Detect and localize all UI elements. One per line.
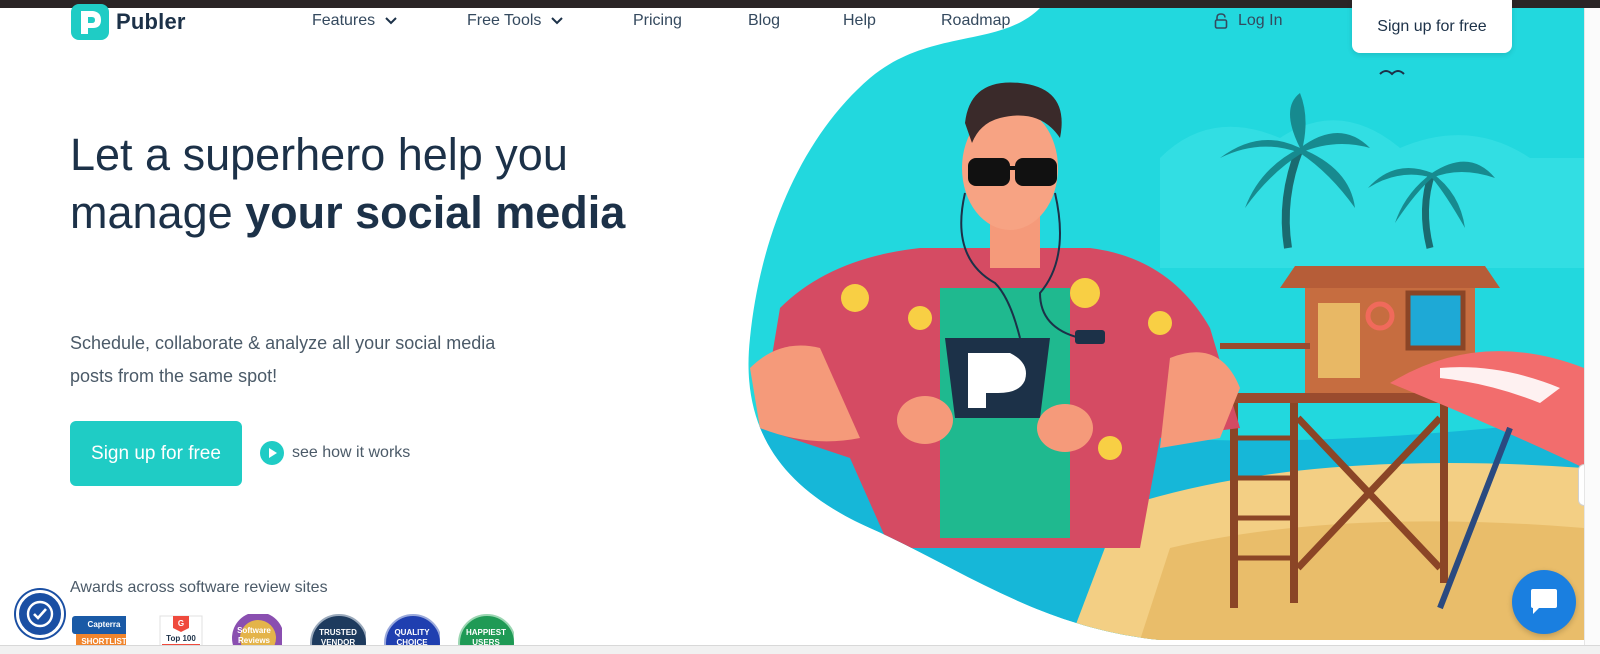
nav-item-label: Help [843, 12, 876, 29]
nav-item-blog[interactable]: Blog [748, 12, 780, 30]
vertical-scrollbar[interactable] [1584, 8, 1600, 645]
badge-title: Software [237, 626, 271, 635]
badge-title: HAPPIEST [465, 628, 506, 637]
nav-item-free-tools[interactable]: Free Tools [467, 12, 564, 30]
hero-headline: Let a superhero help you manage your soc… [70, 126, 630, 242]
badge-title: Capterra [87, 620, 121, 629]
awards-label: Awards across software review sites [70, 579, 328, 596]
see-how-it-works-link[interactable]: see how it works [260, 441, 410, 465]
publer-logo[interactable]: Publer [70, 3, 186, 41]
play-icon [260, 441, 284, 465]
see-how-it-works-label: see how it works [292, 444, 411, 461]
chevron-down-icon [551, 17, 564, 25]
nav-item-help[interactable]: Help [843, 12, 876, 30]
lock-icon [1214, 13, 1228, 29]
nav-item-label: Features [312, 12, 376, 29]
nav-item-label: Roadmap [941, 12, 1011, 29]
hero-subtext: Schedule, collaborate & analyze all your… [70, 333, 496, 386]
nav-item-label: Blog [748, 12, 781, 29]
chevron-down-icon [385, 17, 397, 25]
nav-item-label: Pricing [633, 12, 682, 29]
nav-item-roadmap[interactable]: Roadmap [941, 12, 1010, 30]
accessibility-button[interactable] [16, 590, 64, 638]
badge-title: TRUSTED [319, 628, 357, 637]
nav-item-label: Free Tools [467, 12, 542, 29]
login-link[interactable]: Log In [1214, 12, 1282, 30]
login-label: Log In [1238, 12, 1283, 29]
brand-name: Publer [116, 9, 186, 34]
chat-button[interactable] [1512, 570, 1576, 634]
badge-title: G [177, 619, 185, 628]
page-bottom-edge [0, 645, 1600, 654]
nav-item-features[interactable]: Features [312, 12, 397, 30]
badge-subtitle: Reviews [237, 636, 271, 645]
hero-signup-button[interactable]: Sign up for free [70, 421, 242, 486]
headline-bold: your social media [245, 187, 626, 238]
chat-icon [1531, 589, 1557, 614]
badge-title: QUALITY [394, 628, 430, 637]
nav-item-pricing[interactable]: Pricing [633, 12, 682, 30]
nav-signup-button[interactable]: Sign up for free [1352, 0, 1512, 53]
hero-illustration [748, 8, 1584, 640]
publer-logo-icon [71, 4, 109, 40]
accessibility-icon [26, 600, 54, 628]
badge-subtitle: Top 100 [166, 634, 196, 643]
